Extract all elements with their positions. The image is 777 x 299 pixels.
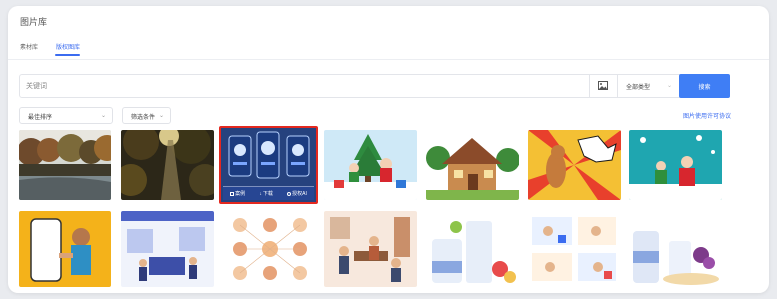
icon-grid-illustration-icon (224, 211, 317, 287)
ai-license-button-label: 授权AI (292, 191, 307, 197)
image-thumbnail[interactable] (224, 211, 317, 287)
thumbnail-action-bar: 案例 ↓ 下载 授权AI (223, 186, 314, 200)
comic-illustration-icon (528, 130, 621, 200)
case-button-label: 案例 (235, 191, 246, 197)
image-thumbnail[interactable] (528, 130, 621, 200)
image-icon (598, 81, 608, 90)
milk-products-illustration-icon (629, 211, 722, 287)
meeting-illustration-icon (324, 211, 417, 287)
square-icon (230, 191, 235, 196)
chevron-down-icon: ⌄ (667, 83, 673, 89)
download-button[interactable]: ↓ 下载 (259, 190, 273, 198)
image-thumbnail[interactable] (19, 211, 111, 287)
chevron-down-icon: ⌄ (158, 113, 164, 119)
chevron-down-icon: ⌄ (100, 113, 106, 119)
photo-icon (19, 130, 111, 200)
kitchen-illustration-icon (528, 211, 621, 287)
photo-icon (121, 130, 214, 200)
active-tab-indicator (55, 54, 80, 56)
image-thumbnail[interactable] (324, 130, 417, 200)
image-thumbnail-selected[interactable]: 案例 ↓ 下载 授权AI (219, 126, 318, 204)
milk-illustration-icon (426, 211, 519, 287)
image-thumbnail[interactable] (19, 130, 111, 200)
phone-mockup-photo-icon (19, 211, 111, 287)
filter-dropdown[interactable]: 筛选条件 ⌄ (122, 107, 171, 124)
image-search-button[interactable] (589, 75, 617, 97)
filter-dropdown-value: 筛选条件 (131, 115, 156, 121)
tab-material-library[interactable]: 素材库 (20, 42, 38, 51)
christmas-illustration-icon (629, 130, 722, 200)
dialog-title: 图片库 (20, 17, 48, 27)
search-bar: 全部类型 ⌄ (19, 74, 730, 98)
office-illustration-icon (121, 211, 214, 287)
ai-license-button[interactable]: 授权AI (287, 190, 307, 197)
image-thumbnail[interactable] (528, 211, 621, 287)
image-thumbnail[interactable] (426, 130, 519, 200)
download-icon: ↓ (259, 190, 262, 197)
keyword-input[interactable] (20, 75, 602, 97)
type-select-value: 全部类型 (626, 85, 651, 91)
license-agreement-link[interactable]: 图片使用许可协议 (683, 111, 731, 120)
christmas-illustration-icon (324, 130, 417, 200)
tab-copyright-library[interactable]: 版权图库 (56, 42, 80, 51)
image-thumbnail[interactable] (426, 211, 519, 287)
case-button[interactable]: 案例 (230, 190, 245, 197)
circle-icon (287, 191, 292, 196)
sort-dropdown-value: 最佳排序 (28, 115, 53, 121)
image-thumbnail[interactable] (629, 211, 722, 287)
image-library-dialog: 图片库 素材库 版权图库 全部类型 ⌄ 搜索 最佳排序 ⌄ 筛选条件 ⌄ 图片使… (8, 6, 769, 293)
image-thumbnail[interactable] (121, 211, 214, 287)
sort-dropdown[interactable]: 最佳排序 ⌄ (19, 107, 113, 124)
image-thumbnail[interactable] (324, 211, 417, 287)
image-thumbnail[interactable] (629, 130, 722, 200)
cabin-illustration-icon (426, 130, 519, 200)
type-select[interactable]: 全部类型 ⌄ (617, 75, 680, 97)
image-thumbnail[interactable] (121, 130, 214, 200)
download-button-label: 下载 (262, 191, 273, 197)
phone-mockup-icon (221, 130, 316, 190)
tab-divider (8, 59, 769, 60)
search-button[interactable]: 搜索 (679, 74, 730, 98)
